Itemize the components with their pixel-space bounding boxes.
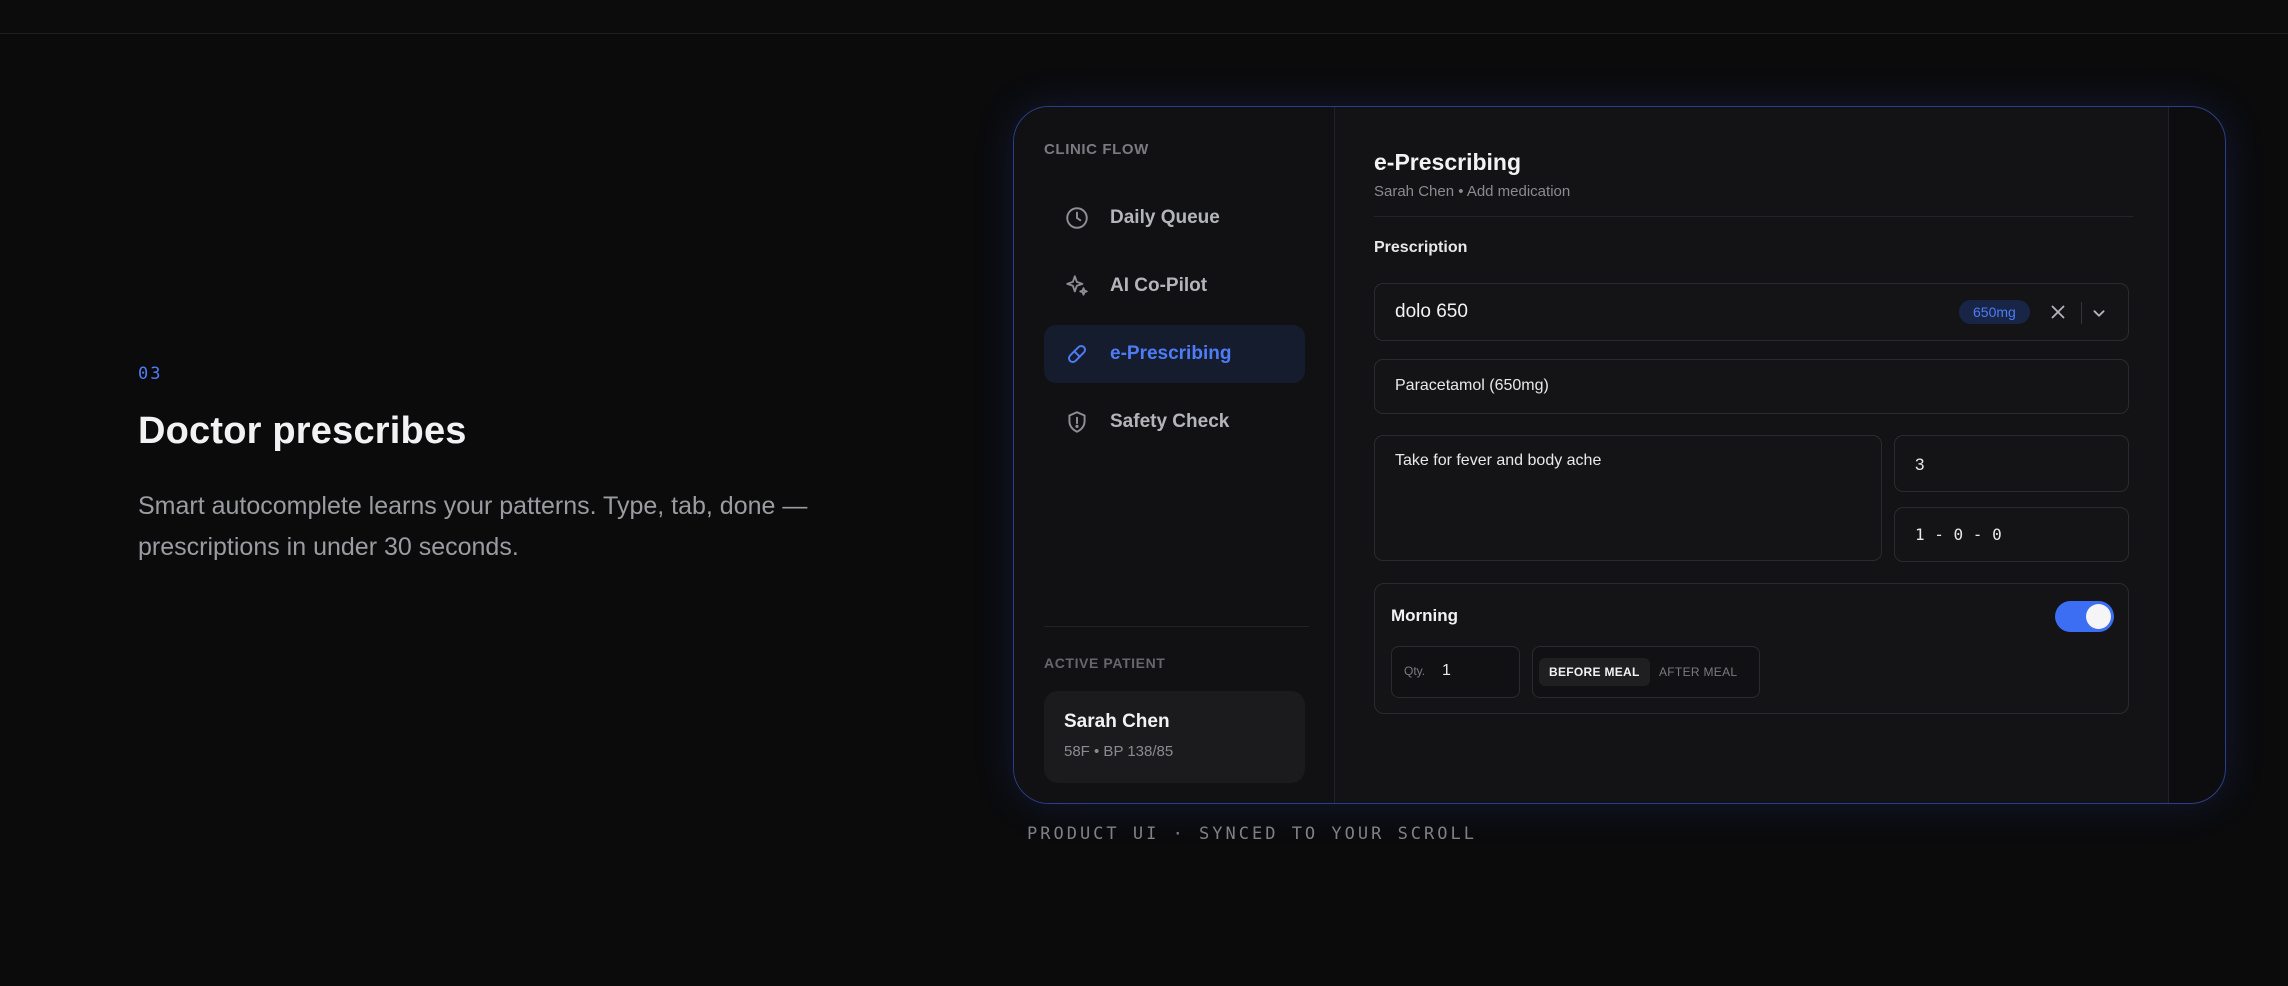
toggle-knob xyxy=(2086,604,2111,629)
header-divider xyxy=(1374,216,2133,217)
sidebar-nav: Daily Queue AI Co-Pilot e-Prescribing Sa… xyxy=(1044,189,1305,461)
prescribing-panel: e-Prescribing Sarah Chen • Add medicatio… xyxy=(1335,107,2169,803)
sidebar-item-safety-check[interactable]: Safety Check xyxy=(1044,393,1305,451)
step-number: 03 xyxy=(138,364,163,384)
sidebar-item-daily-queue[interactable]: Daily Queue xyxy=(1044,189,1305,247)
strength-badge: 650mg xyxy=(1959,300,2030,324)
sidebar-item-ai-co-pilot[interactable]: AI Co-Pilot xyxy=(1044,257,1305,315)
section-headline: Doctor prescribes xyxy=(138,410,467,452)
dose-label: Morning xyxy=(1391,606,1459,625)
morning-toggle[interactable] xyxy=(2055,601,2114,632)
patient-name: Sarah Chen xyxy=(1064,711,1170,732)
top-bar xyxy=(0,0,2288,34)
sidebar-item-label: e-Prescribing xyxy=(1110,343,1232,364)
instructions-value: Take for fever and body ache xyxy=(1395,452,1602,469)
product-ui-frame: CLINIC FLOW Daily Queue AI Co-Pilot e-Pr… xyxy=(1013,106,2226,804)
prescription-label: Prescription xyxy=(1374,239,1468,256)
search-separator xyxy=(2081,302,2082,324)
quantity-field[interactable]: Qty. 1 xyxy=(1391,646,1520,698)
before-meal-option[interactable]: BEFORE MEAL xyxy=(1539,658,1650,686)
sidebar-heading: CLINIC FLOW xyxy=(1044,141,1149,158)
generic-name-field[interactable]: Paracetamol (650mg) xyxy=(1374,359,2129,414)
section-description: Smart autocomplete learns your patterns.… xyxy=(138,492,808,561)
medication-search-input[interactable]: dolo 650 650mg xyxy=(1374,283,2129,341)
frequency-value: 1 - 0 - 0 xyxy=(1915,525,2002,544)
page-title: e-Prescribing xyxy=(1374,149,1521,175)
pill-icon xyxy=(1064,341,1090,367)
chevron-down-icon[interactable] xyxy=(2087,302,2111,324)
clock-icon xyxy=(1064,205,1090,231)
sidebar-item-e-prescribing[interactable]: e-Prescribing xyxy=(1044,325,1305,383)
caption: PRODUCT UI · SYNCED TO YOUR SCROLL xyxy=(1027,824,1477,844)
instructions-textarea[interactable]: Take for fever and body ache xyxy=(1374,435,1882,561)
sparkles-icon xyxy=(1064,273,1090,299)
sidebar-item-label: Safety Check xyxy=(1110,411,1230,432)
sidebar-divider xyxy=(1044,626,1309,627)
patient-meta: 58F • BP 138/85 xyxy=(1064,743,1174,760)
active-patient-heading: ACTIVE PATIENT xyxy=(1044,655,1166,671)
frequency-field[interactable]: 1 - 0 - 0 xyxy=(1894,507,2129,562)
shield-alert-icon xyxy=(1064,409,1090,435)
quantity-value: 1 xyxy=(1442,662,1451,679)
dose-card-morning: Morning Qty. 1 BEFORE MEAL AFTER MEAL xyxy=(1374,583,2129,714)
sidebar-item-label: AI Co-Pilot xyxy=(1110,275,1208,296)
duration-value: 3 xyxy=(1915,455,1925,474)
generic-name-value: Paracetamol (650mg) xyxy=(1395,377,1549,394)
sidebar: CLINIC FLOW Daily Queue AI Co-Pilot e-Pr… xyxy=(1014,107,1335,803)
active-patient-card[interactable]: Sarah Chen 58F • BP 138/85 xyxy=(1044,691,1305,783)
medication-search-value: dolo 650 xyxy=(1395,301,1468,322)
meal-timing-segmented: BEFORE MEAL AFTER MEAL xyxy=(1532,646,1760,698)
after-meal-option[interactable]: AFTER MEAL xyxy=(1649,658,1747,686)
clear-icon[interactable] xyxy=(2047,301,2069,323)
duration-field[interactable]: 3 xyxy=(1894,435,2129,492)
quantity-label: Qty. xyxy=(1404,664,1426,678)
page-subtitle: Sarah Chen • Add medication xyxy=(1374,183,1571,200)
sidebar-item-label: Daily Queue xyxy=(1110,207,1220,228)
